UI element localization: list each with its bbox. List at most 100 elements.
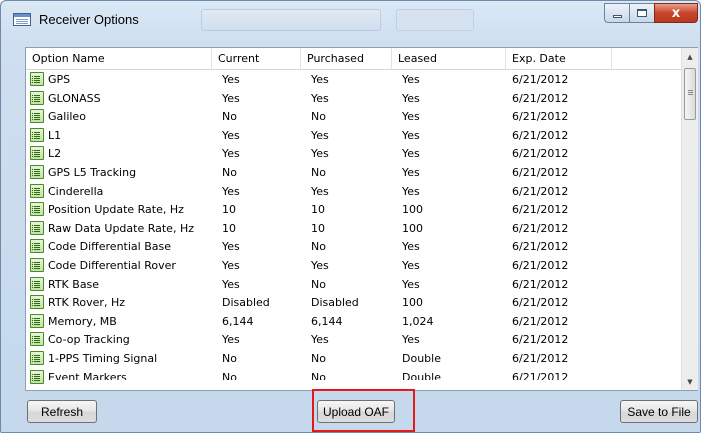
close-button[interactable]: x [654, 3, 698, 23]
option-list-icon [30, 184, 44, 198]
close-icon: x [671, 5, 681, 21]
column-header-purchased[interactable]: Purchased [301, 48, 392, 70]
option-name-cell: GLONASS [48, 92, 101, 105]
option-name-cell: GPS [48, 73, 71, 86]
table-row[interactable]: Code Differential Base Yes No Yes 6/21/2012 [26, 238, 681, 255]
option-name-cell: Code Differential Base [48, 240, 171, 253]
current-cell: No [222, 166, 237, 179]
option-name-cell: RTK Rover, Hz [48, 296, 125, 309]
exp-date-cell: 6/21/2012 [512, 259, 569, 272]
table-row[interactable]: 1-PPS Timing Signal No No Double 6/21/2012 [26, 350, 681, 367]
purchased-cell: Yes [311, 333, 329, 346]
table-row[interactable]: RTK Base Yes No Yes 6/21/2012 [26, 276, 681, 293]
table-row[interactable]: Code Differential Rover Yes Yes Yes 6/21/201… [26, 257, 681, 274]
exp-date-cell: 6/21/2012 [512, 240, 569, 253]
refresh-button[interactable]: Refresh [27, 400, 97, 423]
option-name-cell: RTK Base [48, 278, 100, 291]
exp-date-cell: 6/21/2012 [512, 166, 569, 179]
vertical-scrollbar[interactable]: ▲ ▼ [681, 48, 698, 390]
option-list-icon [30, 165, 44, 179]
table-row[interactable]: Memory, MB 6,144 6,144 1,024 6/21/2012 [26, 313, 681, 330]
scroll-up-icon[interactable]: ▲ [682, 48, 698, 65]
table-row[interactable]: Galileo No No Yes 6/21/2012 [26, 108, 681, 125]
current-cell: No [222, 371, 237, 384]
current-cell: Yes [222, 278, 240, 291]
purchased-cell: No [311, 371, 326, 384]
option-list-icon [30, 91, 44, 105]
current-cell: Yes [222, 333, 240, 346]
exp-date-cell: 6/21/2012 [512, 129, 569, 142]
table-row[interactable]: RTK Rover, Hz Disabled Disabled 100 6/21/201… [26, 294, 681, 311]
purchased-cell: No [311, 166, 326, 179]
option-list-icon [30, 370, 44, 384]
scrollbar-grip-icon [688, 90, 693, 91]
exp-date-cell: 6/21/2012 [512, 203, 569, 216]
table-row[interactable]: GLONASS Yes Yes Yes 6/21/2012 [26, 90, 681, 107]
current-cell: 10 [222, 222, 236, 235]
maximize-button[interactable] [629, 3, 655, 23]
leased-cell: Yes [402, 73, 420, 86]
current-cell: Yes [222, 259, 240, 272]
purchased-cell: 10 [311, 222, 325, 235]
leased-cell: Yes [402, 278, 420, 291]
current-cell: 6,144 [222, 315, 254, 328]
table-row[interactable]: L2 Yes Yes Yes 6/21/2012 [26, 145, 681, 162]
exp-date-cell: 6/21/2012 [512, 352, 569, 365]
option-list-icon [30, 314, 44, 328]
highlight-box [312, 389, 415, 432]
leased-cell: Yes [402, 129, 420, 142]
column-header-exp-date[interactable]: Exp. Date [506, 48, 612, 70]
table-row[interactable]: GPS L5 Tracking No No Yes 6/21/2012 [26, 164, 681, 181]
purchased-cell: Yes [311, 129, 329, 142]
purchased-cell: Yes [311, 92, 329, 105]
table-row[interactable]: GPS Yes Yes Yes 6/21/2012 [26, 71, 681, 88]
option-list-icon [30, 146, 44, 160]
purchased-cell: No [311, 110, 326, 123]
current-cell: Yes [222, 185, 240, 198]
background-window-tab [201, 9, 381, 31]
table-row[interactable]: Raw Data Update Rate, Hz 10 10 100 6/21/2012 [26, 220, 681, 237]
option-name-cell: Cinderella [48, 185, 104, 198]
table-row[interactable]: Position Update Rate, Hz 10 10 100 6/21/2012 [26, 201, 681, 218]
option-name-cell: L1 [48, 129, 62, 142]
purchased-cell: Yes [311, 147, 329, 160]
maximize-icon [637, 9, 647, 17]
exp-date-cell: 6/21/2012 [512, 73, 569, 86]
exp-date-cell: 6/21/2012 [512, 296, 569, 309]
purchased-cell: Disabled [311, 296, 359, 309]
purchased-cell: Yes [311, 73, 329, 86]
exp-date-cell: 6/21/2012 [512, 371, 569, 384]
leased-cell: Yes [402, 185, 420, 198]
purchased-cell: No [311, 278, 326, 291]
leased-cell: Yes [402, 333, 420, 346]
receiver-options-window: Receiver Options x Option Name Current P… [0, 0, 701, 433]
scroll-down-icon[interactable]: ▼ [682, 373, 698, 390]
current-cell: No [222, 352, 237, 365]
exp-date-cell: 6/21/2012 [512, 315, 569, 328]
option-list-icon [30, 277, 44, 291]
option-name-cell: Position Update Rate, Hz [48, 203, 184, 216]
leased-cell: Yes [402, 147, 420, 160]
option-name-cell: Galileo [48, 110, 86, 123]
current-cell: Yes [222, 73, 240, 86]
column-header-leased[interactable]: Leased [392, 48, 506, 70]
exp-date-cell: 6/21/2012 [512, 278, 569, 291]
minimize-icon [612, 14, 622, 18]
table-row[interactable]: Event Markers No No Double 6/21/2012 [26, 369, 681, 386]
save-to-file-button[interactable]: Save to File [620, 400, 698, 423]
scrollbar-thumb[interactable] [684, 68, 696, 120]
window-icon [13, 13, 31, 26]
table-row[interactable]: L1 Yes Yes Yes 6/21/2012 [26, 127, 681, 144]
table-row[interactable]: Cinderella Yes Yes Yes 6/21/2012 [26, 183, 681, 200]
current-cell: 10 [222, 203, 236, 216]
leased-cell: Yes [402, 92, 420, 105]
purchased-cell: Yes [311, 259, 329, 272]
table-row[interactable]: Co-op Tracking Yes Yes Yes 6/21/2012 [26, 331, 681, 348]
leased-cell: Yes [402, 259, 420, 272]
title-bar[interactable]: Receiver Options x [1, 1, 700, 37]
current-cell: Yes [222, 147, 240, 160]
minimize-button[interactable] [604, 3, 630, 23]
column-header-option-name[interactable]: Option Name [26, 48, 212, 70]
column-header-current[interactable]: Current [212, 48, 301, 70]
options-list[interactable]: Option Name Current Purchased Leased Exp… [25, 47, 698, 391]
